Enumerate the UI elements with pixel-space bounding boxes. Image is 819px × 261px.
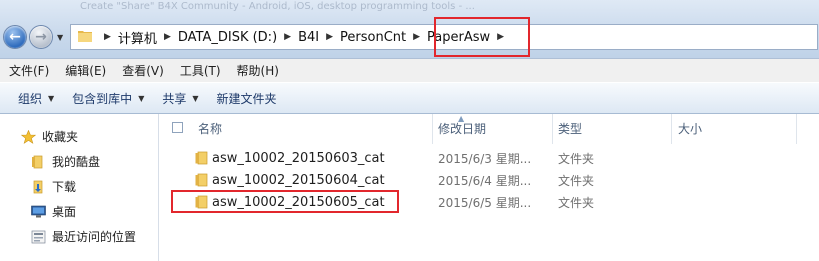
chevron-right-icon[interactable]: ▶ (164, 32, 171, 42)
file-type: 文件夹 (558, 151, 595, 166)
table-row[interactable]: asw_10002_20150605_cat 2015/6/5 星期... 文件… (160, 191, 819, 213)
menu-edit[interactable]: 编辑(E) (56, 62, 113, 79)
select-all-checkbox[interactable] (172, 122, 183, 133)
desktop-icon (30, 205, 46, 219)
chevron-right-icon[interactable]: ▶ (326, 32, 333, 42)
file-type: 文件夹 (558, 195, 595, 210)
back-button[interactable]: ← (4, 26, 26, 48)
folder-icon (78, 31, 92, 42)
folder-icon (195, 195, 208, 209)
forward-button[interactable]: → (30, 26, 52, 48)
nav-item-kupan[interactable]: 我的酷盘 (30, 153, 100, 170)
organize-button[interactable]: 组织 ▼ (12, 90, 66, 107)
menu-file[interactable]: 文件(F) (0, 62, 56, 79)
file-type: 文件夹 (558, 173, 595, 188)
crumb-b4i[interactable]: B4I (298, 30, 319, 45)
nav-item-desktop[interactable]: 桌面 (30, 203, 76, 220)
file-modified: 2015/6/4 星期... (438, 173, 532, 188)
file-name: asw_10002_20150605_cat (212, 194, 385, 210)
folder-icon (195, 151, 208, 165)
column-divider[interactable] (796, 114, 797, 144)
chevron-right-icon[interactable]: ▶ (284, 32, 291, 42)
new-folder-button[interactable]: 新建文件夹 (211, 90, 289, 107)
nav-item-downloads[interactable]: 下载 (30, 178, 76, 195)
nav-item-recent-places[interactable]: 最近访问的位置 (30, 228, 136, 245)
share-button[interactable]: 共享 ▼ (156, 90, 210, 107)
recent-pages-dropdown[interactable]: ▼ (57, 33, 63, 42)
folder-icon (30, 155, 46, 169)
include-library-button[interactable]: 包含到库中 ▼ (66, 90, 156, 107)
window-title: Create "Share" B4X Community - Android, … (80, 1, 475, 12)
arrow-left-icon: ← (9, 29, 21, 45)
download-folder-icon (30, 180, 46, 194)
arrow-right-icon: → (35, 29, 47, 45)
file-modified: 2015/6/5 星期... (438, 195, 532, 210)
chevron-right-icon[interactable]: ▶ (413, 32, 420, 42)
nav-favorites-label: 收藏夹 (42, 130, 79, 144)
menu-help[interactable]: 帮助(H) (228, 62, 286, 79)
caret-down-icon: ▼ (48, 93, 55, 103)
nav-item-label: 桌面 (52, 205, 77, 219)
chevron-right-icon[interactable]: ▶ (104, 32, 111, 42)
crumb-personcnt[interactable]: PersonCnt (340, 30, 406, 45)
menu-tools[interactable]: 工具(T) (171, 62, 228, 79)
new-folder-label: 新建文件夹 (216, 91, 277, 106)
nav-item-label: 下载 (52, 180, 77, 194)
crumb-paperasw[interactable]: PaperAsw (427, 30, 490, 45)
navigation-pane: 收藏夹 我的酷盘 下载 桌面 最近访问的位置 (0, 114, 159, 261)
include-library-label: 包含到库中 (72, 91, 133, 106)
file-modified: 2015/6/3 星期... (438, 151, 532, 166)
address-bar[interactable]: ▶ 计算机 ▶ DATA_DISK (D:) ▶ B4I ▶ PersonCnt… (70, 24, 818, 50)
table-row[interactable]: asw_10002_20150603_cat 2015/6/3 星期... 文件… (160, 147, 819, 169)
organize-label: 组织 (18, 91, 43, 106)
folder-icon (195, 173, 208, 187)
breadcrumb: ▶ 计算机 ▶ DATA_DISK (D:) ▶ B4I ▶ PersonCnt… (97, 25, 511, 49)
star-icon (20, 129, 36, 144)
column-header-size[interactable]: 大小 (678, 114, 702, 142)
command-toolbar: 组织 ▼ 包含到库中 ▼ 共享 ▼ 新建文件夹 (0, 83, 819, 114)
file-name: asw_10002_20150603_cat (212, 150, 385, 166)
crumb-data-disk[interactable]: DATA_DISK (D:) (178, 30, 277, 45)
column-header-modified[interactable]: 修改日期 (438, 114, 486, 142)
column-header-name[interactable]: 名称 (198, 114, 222, 142)
column-divider[interactable] (432, 114, 433, 144)
column-divider[interactable] (552, 114, 553, 144)
menu-view[interactable]: 查看(V) (113, 62, 171, 79)
menu-bar: 文件(F) 编辑(E) 查看(V) 工具(T) 帮助(H) (0, 59, 819, 82)
file-list: ▲ 名称 修改日期 类型 大小 asw_10002_20150603_cat 2… (160, 114, 819, 261)
nav-item-label: 我的酷盘 (52, 155, 101, 169)
nav-favorites[interactable]: 收藏夹 (20, 128, 78, 145)
nav-item-label: 最近访问的位置 (52, 230, 137, 244)
caret-down-icon: ▼ (138, 93, 145, 103)
chevron-right-icon[interactable]: ▶ (497, 32, 504, 42)
window-titlebar: Create "Share" B4X Community - Android, … (0, 0, 819, 59)
table-row[interactable]: asw_10002_20150604_cat 2015/6/4 星期... 文件… (160, 169, 819, 191)
recent-places-icon (30, 230, 46, 244)
crumb-computer[interactable]: 计算机 (118, 28, 157, 47)
caret-down-icon: ▼ (192, 93, 199, 103)
column-header-type[interactable]: 类型 (558, 114, 582, 142)
share-label: 共享 (162, 91, 187, 106)
file-name: asw_10002_20150604_cat (212, 172, 385, 188)
column-divider[interactable] (671, 114, 672, 144)
